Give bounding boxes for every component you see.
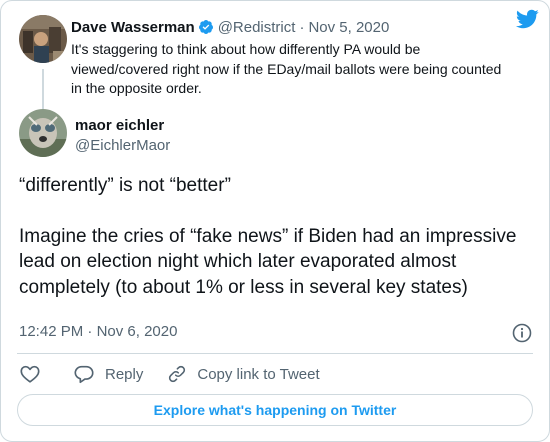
tweet-timestamp[interactable]: 12:42 PM · Nov 6, 2020: [19, 323, 177, 340]
author-avatar[interactable]: [19, 109, 67, 157]
tweet-actions: Reply Copy link to Tweet: [19, 362, 320, 386]
quoted-author-avatar[interactable]: [19, 15, 67, 63]
actions-divider: [17, 353, 533, 354]
quoted-tweet[interactable]: Dave Wasserman @Redistrict · Nov 5, 2020…: [15, 11, 539, 111]
quoted-tweet-date[interactable]: Nov 5, 2020: [308, 19, 389, 36]
reply-label[interactable]: Reply: [105, 366, 143, 383]
quoted-tweet-header: Dave Wasserman @Redistrict · Nov 5, 2020: [71, 17, 389, 37]
author-avatar-image: [19, 109, 67, 157]
like-button[interactable]: [19, 363, 41, 385]
heart-icon: [20, 365, 40, 383]
reply-bubble-icon: [74, 365, 94, 384]
tweet-paragraph: Imagine the cries of “fake news” if Bide…: [19, 225, 517, 298]
author-name[interactable]: maor eichler: [75, 117, 164, 134]
quoted-author-avatar-image: [19, 15, 67, 63]
twitter-bird-icon[interactable]: [515, 7, 539, 31]
copy-link-button[interactable]: Copy link to Tweet: [167, 364, 320, 384]
quoted-tweet-text: It's staggering to think about how diffe…: [71, 41, 502, 96]
header-separator: ·: [299, 18, 305, 36]
link-icon: [169, 365, 186, 383]
verified-badge-icon: [198, 19, 214, 35]
timestamp-separator: ·: [87, 323, 93, 340]
reply-button[interactable]: Reply: [73, 363, 143, 385]
explore-twitter-button[interactable]: Explore what's happening on Twitter: [17, 394, 533, 426]
tweet-embed-card: Dave Wasserman @Redistrict · Nov 5, 2020…: [0, 0, 550, 442]
tweet-time[interactable]: 12:42 PM: [19, 323, 83, 340]
copy-link-label[interactable]: Copy link to Tweet: [197, 366, 319, 383]
explore-label[interactable]: Explore what's happening on Twitter: [154, 402, 397, 418]
tweet-date[interactable]: Nov 6, 2020: [97, 323, 178, 340]
info-icon[interactable]: [511, 322, 533, 344]
tweet-author: maor eichler @EichlerMaor: [19, 109, 419, 161]
author-handle[interactable]: @EichlerMaor: [75, 137, 170, 154]
tweet-text: “differently” is not “better” Imagine th…: [19, 173, 531, 300]
quoted-author-name[interactable]: Dave Wasserman: [71, 19, 195, 36]
quoted-author-handle[interactable]: @Redistrict: [218, 19, 296, 36]
tweet-paragraph: “differently” is not “better”: [19, 175, 231, 196]
thread-connector-line: [42, 69, 44, 111]
